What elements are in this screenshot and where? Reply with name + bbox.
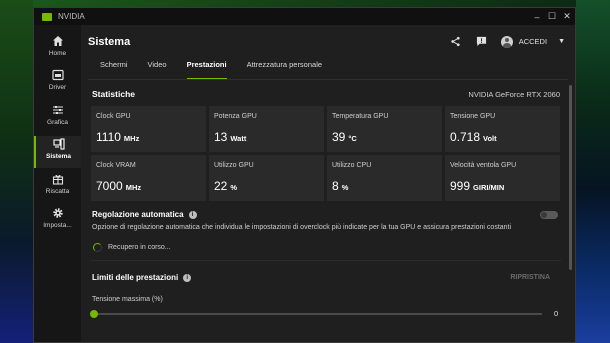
desktop-background-right — [576, 0, 610, 343]
sidebar-item-sistema[interactable]: Sistema — [34, 136, 81, 168]
login-button[interactable]: ACCEDI — [519, 37, 547, 46]
stat-value: 13 — [214, 130, 228, 144]
share-icon — [451, 36, 460, 47]
sidebar-item-grafica[interactable]: Grafica — [34, 102, 81, 134]
sidebar-item-label: Riscatta — [45, 188, 70, 195]
driver-icon — [51, 69, 64, 81]
stat-card-clock-gpu: Clock GPU 1110 MHz — [91, 106, 206, 152]
stat-card-velocita-ventola: Velocità ventola GPU 999 GIRI/MIN — [445, 155, 560, 201]
gift-icon — [52, 174, 63, 185]
stat-card-utilizzo-gpu: Utilizzo GPU 22% — [209, 155, 324, 201]
stat-unit: % — [230, 183, 238, 192]
stat-label: Clock VRAM — [96, 162, 136, 169]
close-button[interactable]: ✕ — [560, 8, 574, 25]
feedback-icon — [477, 36, 487, 47]
tab-schermi[interactable]: Schermi — [100, 57, 128, 79]
max-voltage-slider[interactable] — [90, 309, 542, 318]
sidebar: Home Driver Grafica Sistema Riscatta Imp… — [34, 25, 81, 342]
loading-spinner-icon — [93, 243, 102, 252]
auto-tuning-toggle[interactable] — [540, 210, 558, 219]
scrollbar[interactable] — [569, 85, 572, 270]
page-title: Sistema — [88, 35, 131, 48]
stat-label: Velocità ventola GPU — [450, 162, 517, 169]
minimize-button[interactable]: – — [530, 8, 544, 25]
gpu-name: NVIDIA GeForce RTX 2060 — [468, 89, 560, 99]
sidebar-item-impostazioni[interactable]: Imposta... — [34, 205, 81, 237]
reset-button[interactable]: RIPRISTINA — [510, 274, 550, 281]
maximize-button[interactable]: ☐ — [545, 8, 559, 25]
stat-label: Clock GPU — [96, 113, 131, 120]
divider — [91, 260, 561, 261]
info-icon[interactable]: i — [183, 273, 192, 282]
stat-card-temperatura-gpu: Temperatura GPU 39 °C — [327, 106, 442, 152]
share-button[interactable] — [447, 33, 465, 51]
desktop-background-left — [0, 0, 33, 343]
stat-card-clock-vram: Clock VRAM 7000 MHz — [91, 155, 206, 201]
stat-value: 1110 — [96, 130, 121, 144]
stats-grid: Clock GPU 1110 MHz Potenza GPU 13 Watt Tem… — [88, 106, 564, 201]
tab-bar: Schermi Video Prestazioni Attrezzatura p… — [88, 58, 568, 80]
max-voltage-label: Tensione massima (%) — [92, 296, 163, 303]
stat-label: Temperatura GPU — [332, 113, 389, 120]
auto-tuning-title: Regolazione automatica — [92, 210, 184, 219]
stat-label: Utilizzo GPU — [214, 162, 254, 169]
stat-unit: MHz — [123, 134, 140, 143]
stat-unit: GIRI/MIN — [473, 183, 505, 192]
auto-tuning-description: Opzione di regolazione automatica che in… — [92, 224, 512, 231]
avatar[interactable] — [500, 35, 513, 48]
sidebar-item-driver[interactable]: Driver — [34, 67, 81, 99]
page-header: Sistema ACCEDI ▼ — [81, 25, 575, 58]
gear-icon — [52, 208, 63, 218]
performance-limits-title: Limiti delle prestazioni — [92, 273, 179, 282]
stat-value: 7000 — [96, 179, 123, 193]
system-icon — [52, 138, 65, 150]
stat-label: Potenza GPU — [214, 113, 257, 120]
title-bar[interactable]: NVIDIA – ☐ ✕ — [34, 8, 575, 25]
sliders-icon — [52, 106, 63, 114]
slider-thumb[interactable] — [90, 309, 98, 318]
stat-card-utilizzo-cpu: Utilizzo CPU 8% — [327, 155, 442, 201]
stat-unit: Volt — [483, 134, 497, 143]
info-icon[interactable]: i — [188, 210, 197, 219]
stat-value: 39 — [332, 130, 346, 144]
window-title: NVIDIA — [58, 12, 85, 21]
nvidia-logo-icon — [42, 12, 52, 21]
tab-prestazioni[interactable]: Prestazioni — [186, 57, 227, 79]
tab-video[interactable]: Video — [148, 57, 167, 79]
statistics-title: Statistiche — [92, 89, 135, 99]
stat-value: 8 — [332, 179, 339, 193]
stat-label: Tensione GPU — [450, 113, 496, 120]
stat-unit: Watt — [230, 134, 247, 143]
sidebar-item-label: Sistema — [46, 153, 71, 160]
stat-card-tensione-gpu: Tensione GPU 0.718 Volt — [445, 106, 560, 152]
sidebar-item-label: Driver — [48, 84, 67, 91]
sidebar-item-riscatta[interactable]: Riscatta — [34, 171, 81, 203]
stat-card-potenza-gpu: Potenza GPU 13 Watt — [209, 106, 324, 152]
main-panel: Sistema ACCEDI ▼ Schermi Video Prestazio… — [81, 25, 575, 342]
stat-unit: °C — [348, 134, 357, 143]
sidebar-item-label: Grafica — [47, 119, 68, 126]
sidebar-item-home[interactable]: Home — [34, 33, 81, 65]
stat-label: Utilizzo CPU — [332, 162, 372, 169]
max-voltage-value: 0 — [554, 309, 559, 318]
stat-value: 999 — [450, 179, 471, 193]
progress-text: Recupero in corso... — [108, 244, 171, 251]
feedback-button[interactable] — [473, 33, 491, 51]
stat-unit: % — [341, 183, 349, 192]
auto-tuning-progress: Recupero in corso... — [88, 243, 564, 252]
performance-content: Statistiche NVIDIA GeForce RTX 2060 Cloc… — [88, 81, 564, 342]
tab-attrezzatura-personale[interactable]: Attrezzatura personale — [247, 57, 322, 79]
stat-value: 0.718 — [450, 130, 481, 144]
nvidia-app-window: NVIDIA – ☐ ✕ Home Driver Grafica Sistema… — [33, 7, 576, 343]
stat-value: 22 — [214, 179, 228, 193]
sidebar-item-label: Home — [48, 50, 67, 57]
stat-unit: MHz — [125, 183, 142, 192]
chevron-down-icon[interactable]: ▼ — [558, 38, 565, 45]
sidebar-item-label: Imposta... — [43, 222, 72, 229]
home-icon — [52, 36, 63, 46]
